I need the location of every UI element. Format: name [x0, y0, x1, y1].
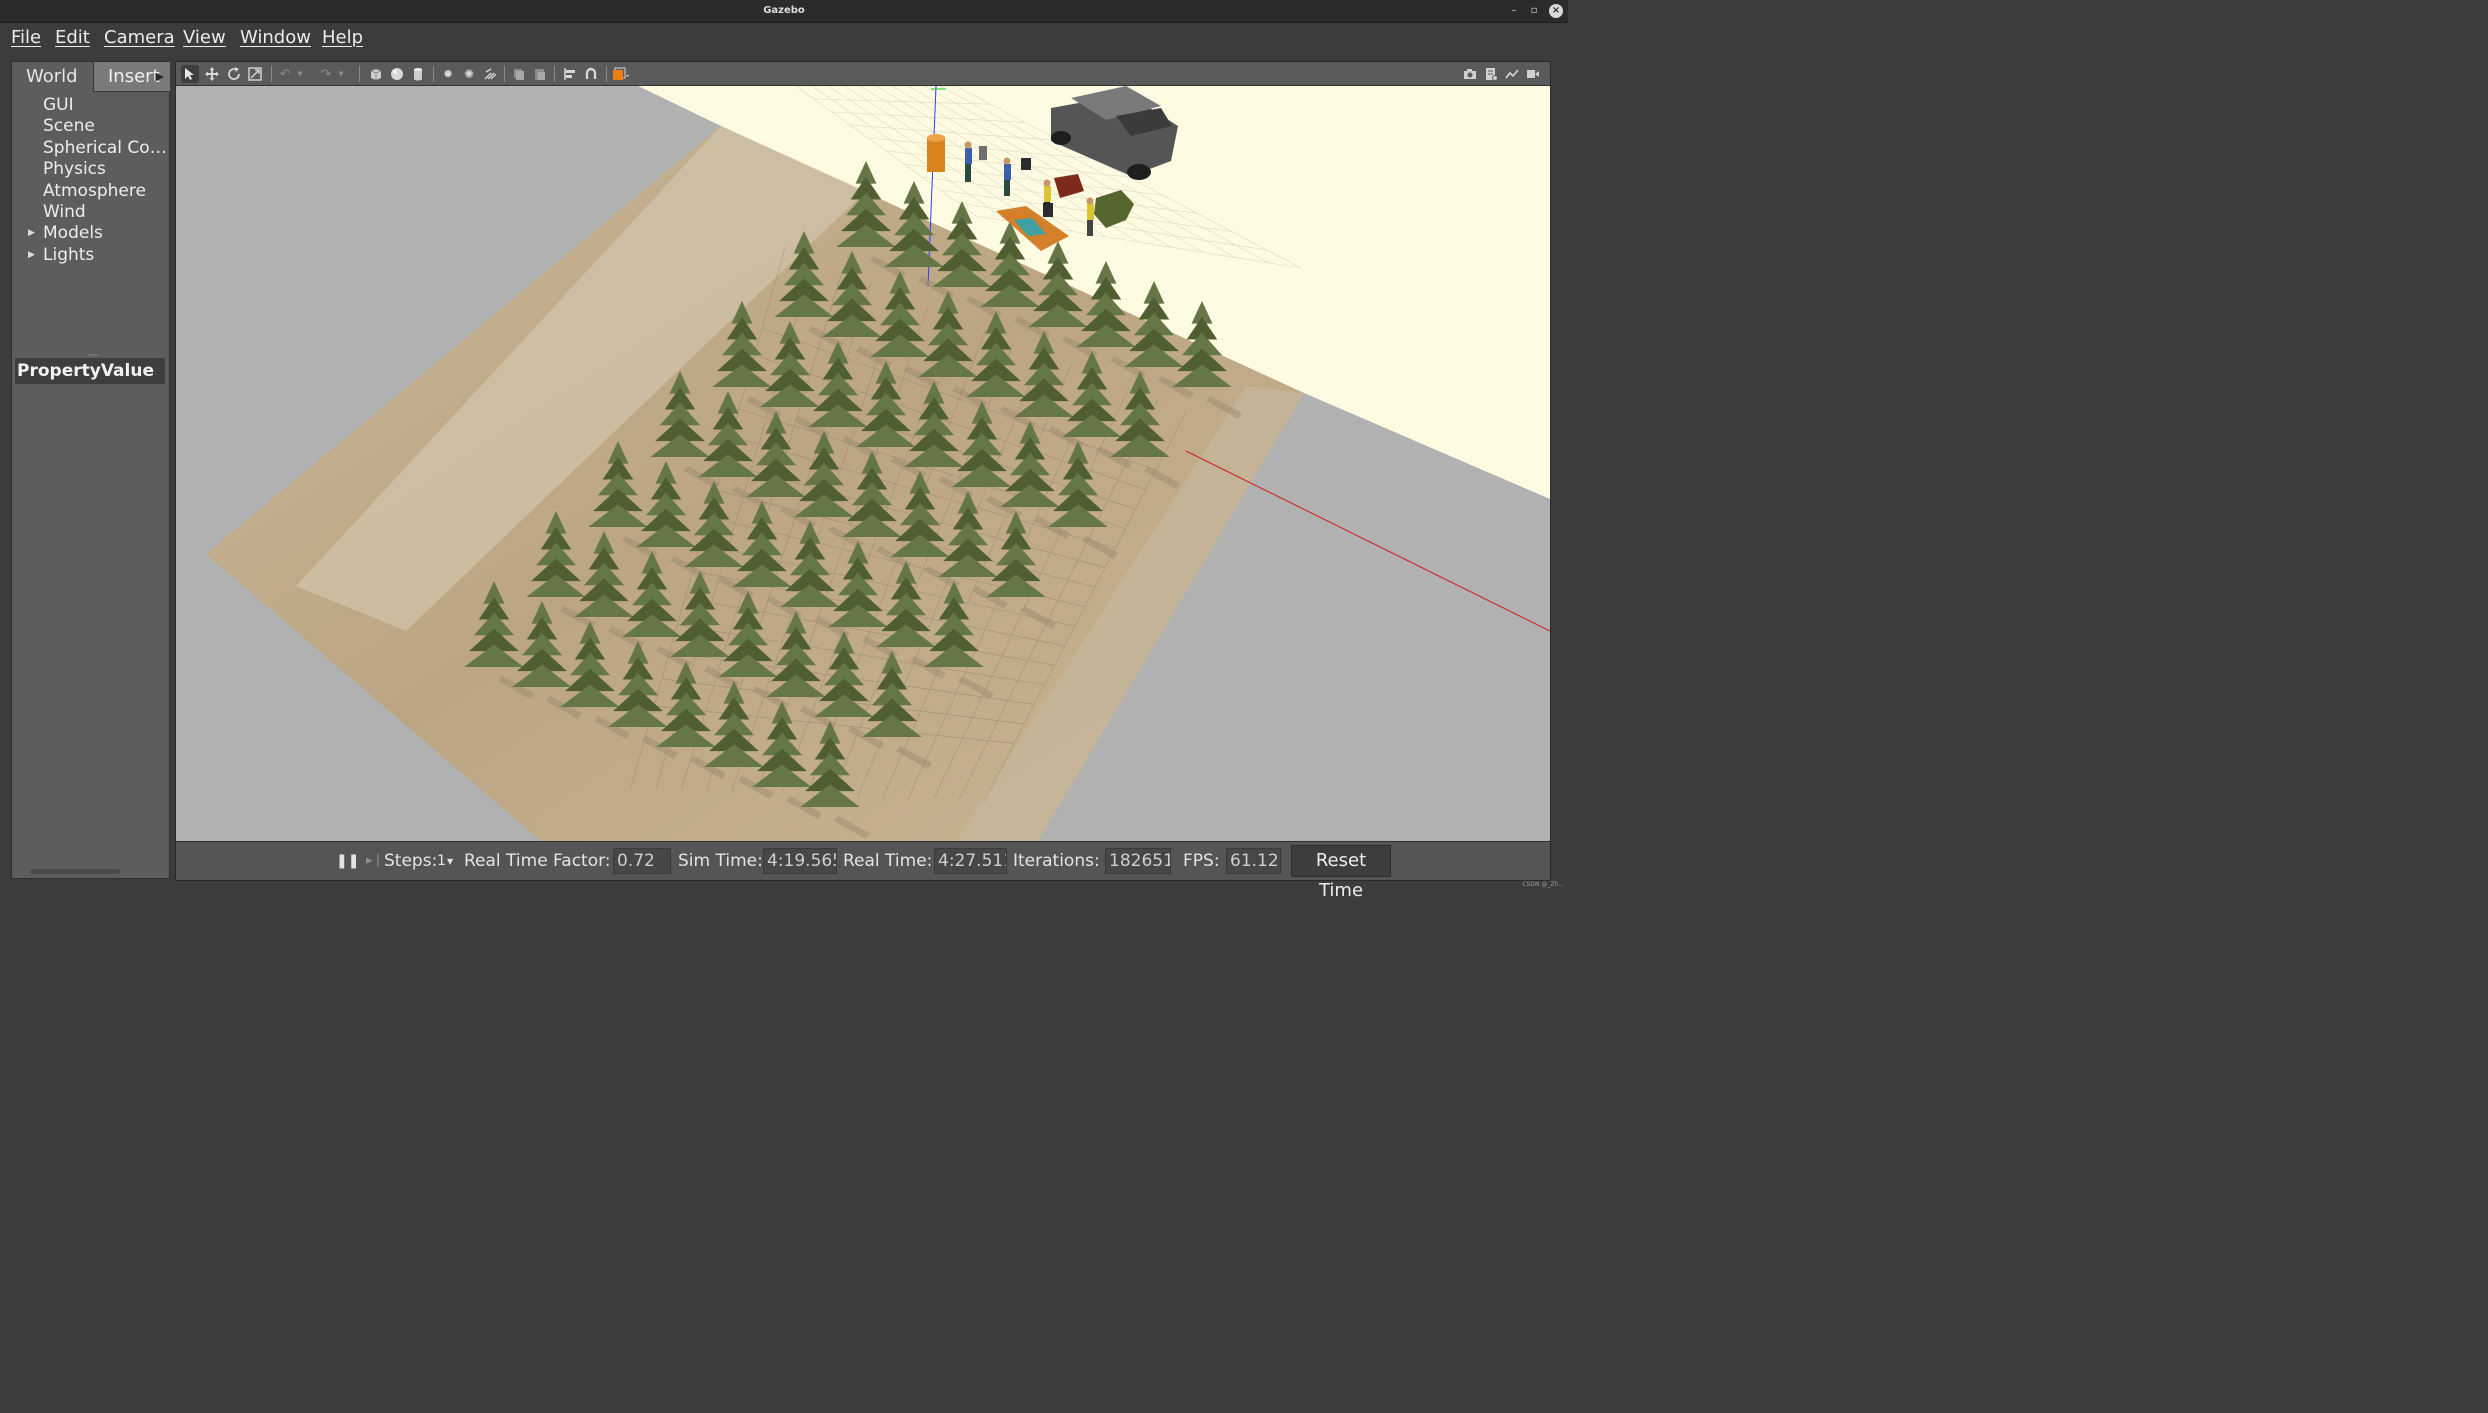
menu-view[interactable]: View	[183, 27, 226, 48]
steps-value[interactable]: 1	[437, 853, 446, 869]
undo-icon[interactable]: ↶	[276, 65, 294, 83]
undo-dropdown-icon[interactable]: ▼	[295, 65, 305, 83]
point-light-icon[interactable]: ✹	[439, 65, 457, 83]
tree-item-scene[interactable]: Scene	[43, 116, 168, 136]
real-time-field: 4:27.511	[934, 848, 1007, 874]
reset-time-button[interactable]: Reset Time	[1291, 845, 1391, 901]
screenshot-icon[interactable]	[1461, 65, 1479, 83]
snap-icon[interactable]	[582, 65, 600, 83]
scale-mode-icon[interactable]	[246, 65, 264, 83]
sim-time-label: Sim Time:	[678, 851, 763, 871]
pause-icon[interactable]: ❚❚	[336, 853, 359, 869]
tab-world[interactable]: World	[12, 62, 93, 92]
rtf-field: 0.72	[613, 848, 671, 874]
tree-item-wind[interactable]: Wind	[43, 202, 168, 222]
toolbar-separator	[433, 66, 434, 82]
cylinder-shape-icon[interactable]	[409, 65, 427, 83]
fps-label: FPS:	[1183, 851, 1220, 871]
real-time-label: Real Time:	[843, 851, 933, 871]
select-mode-icon[interactable]	[181, 65, 199, 83]
expand-arrow-icon[interactable]: ▶	[28, 228, 35, 238]
box-shape-icon[interactable]	[367, 65, 385, 83]
fps-field: 61.12	[1226, 848, 1281, 874]
tree-item-spherical-coordinates[interactable]: Spherical Co…	[43, 138, 168, 158]
spot-light-icon[interactable]: ✺	[460, 65, 478, 83]
step-icon[interactable]: ▸❘	[366, 853, 383, 868]
plot-icon[interactable]	[1503, 65, 1521, 83]
menu-edit[interactable]: Edit	[55, 27, 90, 48]
close-button[interactable]: ×	[1549, 4, 1563, 18]
copy-icon[interactable]	[510, 65, 528, 83]
minimize-button[interactable]: –	[1507, 4, 1521, 18]
redo-icon[interactable]: ↷	[317, 65, 335, 83]
directional-light-icon[interactable]	[481, 65, 499, 83]
tree-item-models[interactable]: Models	[43, 223, 168, 243]
property-header: PropertyValue	[15, 358, 165, 384]
menu-camera[interactable]: Camera	[104, 27, 175, 48]
iterations-label: Iterations:	[1013, 851, 1100, 871]
align-icon[interactable]	[561, 65, 579, 83]
toolbar-separator	[359, 66, 360, 82]
render-panel: ↶ ▼ ↷ ▼ ✹ ✺ ❚❚ ▸❘ Steps: 1 ▼ Real Time F…	[175, 61, 1551, 901]
toolbar-separator	[271, 66, 272, 82]
barrel-model	[927, 134, 945, 172]
panel-splitter-handle[interactable]	[88, 354, 98, 356]
menu-file[interactable]: File	[11, 27, 41, 48]
iterations-field: 182651	[1105, 848, 1171, 874]
3d-viewport[interactable]	[176, 86, 1550, 841]
tree-item-physics[interactable]: Physics	[43, 159, 168, 179]
rtf-label: Real Time Factor:	[464, 851, 611, 871]
menu-bar: File Edit Camera View Window Help	[0, 23, 1568, 53]
redo-dropdown-icon[interactable]: ▼	[336, 65, 346, 83]
sphere-shape-icon[interactable]	[388, 65, 406, 83]
window-title: Gazebo	[763, 5, 805, 16]
scene-canvas[interactable]	[176, 86, 1550, 841]
title-bar: Gazebo – ▫ ×	[0, 0, 1568, 23]
status-bar: ❚❚ ▸❘ Steps: 1 ▼ Real Time Factor: 0.72 …	[176, 841, 1550, 901]
tree-item-gui[interactable]: GUI	[43, 95, 168, 115]
expand-arrow-icon[interactable]: ▶	[28, 250, 35, 260]
toolbar-separator	[504, 66, 505, 82]
steps-label: Steps:	[384, 851, 438, 871]
record-video-icon[interactable]	[1524, 65, 1542, 83]
steps-dropdown-icon[interactable]: ▼	[447, 857, 453, 866]
tab-scroll-right-icon[interactable]: ▶	[156, 62, 164, 91]
tab-insert[interactable]: Insert ▶	[93, 62, 170, 92]
left-panel: World Insert ▶ GUI Scene Spherical Co… P…	[11, 61, 170, 879]
translate-mode-icon[interactable]	[203, 65, 221, 83]
view-angle-icon[interactable]	[612, 65, 630, 83]
tab-insert-label: Insert	[108, 66, 160, 87]
paste-icon[interactable]	[531, 65, 549, 83]
tree-item-atmosphere[interactable]: Atmosphere	[43, 181, 168, 201]
toolbar-separator	[606, 66, 607, 82]
watermark-credit: CSDN @_Zh...	[1522, 881, 1564, 888]
maximize-button[interactable]: ▫	[1527, 4, 1541, 18]
viewport-toolbar: ↶ ▼ ↷ ▼ ✹ ✺	[176, 62, 1550, 86]
toolbar-separator	[554, 66, 555, 82]
rotate-mode-icon[interactable]	[225, 65, 243, 83]
menu-window[interactable]: Window	[240, 27, 311, 48]
log-icon[interactable]	[1482, 65, 1500, 83]
sim-time-field: 4:19.565	[763, 848, 837, 874]
horizontal-scrollbar[interactable]	[30, 869, 120, 874]
menu-help[interactable]: Help	[322, 27, 363, 48]
tree-item-lights[interactable]: Lights	[43, 245, 168, 265]
